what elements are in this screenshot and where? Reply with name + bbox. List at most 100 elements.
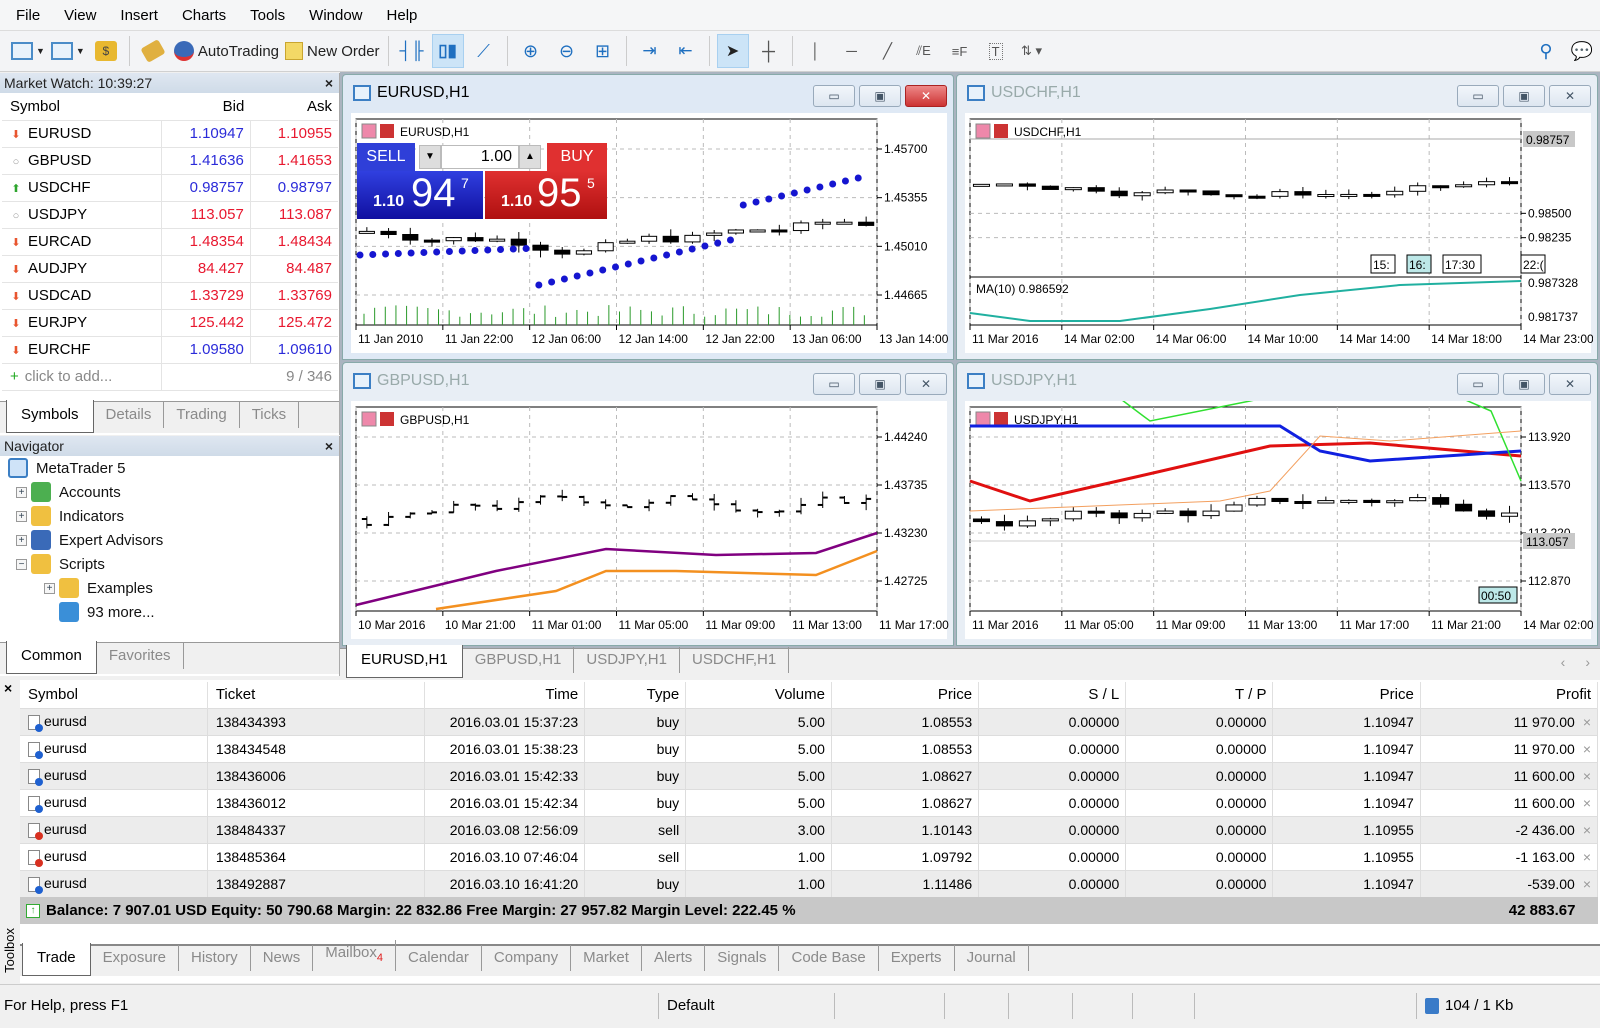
close-button[interactable]: ✕ bbox=[1549, 373, 1591, 395]
close-position-icon[interactable]: × bbox=[1583, 741, 1591, 757]
add-symbol-row[interactable]: + click to add... bbox=[2, 363, 163, 391]
zoom-in-button[interactable]: ⊕ bbox=[515, 34, 547, 68]
chat-button[interactable]: 💬 bbox=[1566, 34, 1598, 68]
col-ask[interactable]: Ask bbox=[250, 93, 338, 121]
nav-item-93-more-[interactable]: 93 more... bbox=[0, 600, 339, 624]
search-button[interactable]: ⚲ bbox=[1530, 34, 1562, 68]
minimize-button[interactable]: ▭ bbox=[813, 373, 855, 395]
menu-file[interactable]: File bbox=[4, 7, 52, 24]
chart-tab-usdchf[interactable]: USDCHF,H1 bbox=[680, 647, 790, 673]
menu-charts[interactable]: Charts bbox=[170, 7, 238, 24]
tab-common[interactable]: Common bbox=[6, 641, 97, 674]
toolbox-tab-alerts[interactable]: Alerts bbox=[642, 945, 706, 971]
chart-tab-gbpusd[interactable]: GBPUSD,H1 bbox=[463, 647, 575, 673]
position-row[interactable]: eurusd 138484337 2016.03.08 12:56:09 sell 3.… bbox=[20, 815, 1599, 843]
equidistant-channel-button[interactable]: ⫽E bbox=[908, 34, 940, 68]
toolbox-tab-code-base[interactable]: Code Base bbox=[779, 945, 879, 971]
nav-item-expert-advisors[interactable]: + Expert Advisors bbox=[0, 528, 339, 552]
minimize-button[interactable]: ▭ bbox=[1457, 85, 1499, 107]
scroll-right-icon[interactable]: › bbox=[1585, 654, 1590, 670]
tab-symbols[interactable]: Symbols bbox=[6, 400, 94, 433]
col-type[interactable]: Type bbox=[584, 682, 687, 708]
minimize-button[interactable]: ▭ bbox=[813, 85, 855, 107]
close-button[interactable]: ✕ bbox=[905, 85, 947, 107]
close-position-icon[interactable]: × bbox=[1583, 795, 1591, 811]
nav-item-scripts[interactable]: − Scripts bbox=[0, 552, 339, 576]
toolbox-tab-market[interactable]: Market bbox=[571, 945, 642, 971]
menu-tools[interactable]: Tools bbox=[238, 7, 297, 24]
toolbox-tab-journal[interactable]: Journal bbox=[955, 945, 1029, 971]
trend-line-button[interactable]: ╱ bbox=[872, 34, 904, 68]
chart-window-gbpusd[interactable]: GBPUSD,H1 ▭ ▣ ✕ 10 Mar 2016 10 Mar 21:00 11 Ma… bbox=[342, 362, 954, 646]
strategy-tester-button[interactable] bbox=[137, 34, 169, 68]
col-volume[interactable]: Volume bbox=[685, 682, 832, 708]
bid-price-display[interactable]: 1.10 94 7 bbox=[357, 171, 483, 219]
close-icon[interactable]: × bbox=[325, 436, 333, 456]
market-watch-row[interactable]: ○ USDJPY 113.057 113.087 bbox=[2, 201, 338, 229]
menu-window[interactable]: Window bbox=[297, 7, 374, 24]
close-icon[interactable]: × bbox=[0, 680, 20, 696]
chart-canvas[interactable]: 11 Jan 2010 11 Jan 22:00 12 Jan 06:00 12 Ja… bbox=[351, 113, 949, 353]
market-watch-row[interactable]: ⬇ EURUSD 1.10947 1.10955 bbox=[2, 120, 338, 148]
market-watch-row[interactable]: ⬇ EURCAD 1.48354 1.48434 bbox=[2, 228, 338, 256]
market-watch-row[interactable]: ⬇ AUDJPY 84.427 84.487 bbox=[2, 255, 338, 283]
tab-ticks[interactable]: Ticks bbox=[240, 402, 300, 428]
toolbox-tab-experts[interactable]: Experts bbox=[879, 945, 955, 971]
horizontal-line-button[interactable]: ─ bbox=[836, 34, 868, 68]
bar-chart-button[interactable]: ┤╟ bbox=[396, 34, 428, 68]
close-icon[interactable]: × bbox=[325, 73, 333, 93]
close-position-icon[interactable]: × bbox=[1583, 714, 1591, 730]
profiles-button[interactable]: ▼ bbox=[50, 34, 86, 68]
col-time[interactable]: Time bbox=[424, 682, 586, 708]
sell-button[interactable]: SELL bbox=[357, 143, 415, 171]
toolbox-tab-exposure[interactable]: Exposure bbox=[91, 945, 180, 971]
tab-details[interactable]: Details bbox=[94, 402, 165, 428]
minimize-button[interactable]: ▭ bbox=[1457, 373, 1499, 395]
zoom-out-button[interactable]: ⊖ bbox=[551, 34, 583, 68]
toolbox-tab-news[interactable]: News bbox=[251, 945, 314, 971]
maximize-button[interactable]: ▣ bbox=[1503, 85, 1545, 107]
cursor-button[interactable]: ➤ bbox=[716, 34, 749, 68]
maximize-button[interactable]: ▣ bbox=[859, 373, 901, 395]
nav-item-indicators[interactable]: + Indicators bbox=[0, 504, 339, 528]
crosshair-button[interactable]: ┼ bbox=[753, 34, 785, 68]
col-symbol[interactable]: Symbol bbox=[2, 93, 162, 121]
expand-icon[interactable]: + bbox=[16, 486, 27, 498]
col-price[interactable]: Price bbox=[831, 682, 980, 708]
position-row[interactable]: eurusd 138492887 2016.03.10 16:41:20 buy 1.0… bbox=[20, 869, 1599, 897]
close-position-icon[interactable]: × bbox=[1583, 876, 1591, 892]
position-row[interactable]: eurusd 138485364 2016.03.10 07:46:04 sell 1.… bbox=[20, 842, 1599, 870]
col-price[interactable]: Price bbox=[1272, 682, 1421, 708]
toolbox-tab-trade[interactable]: Trade bbox=[22, 943, 91, 976]
position-row[interactable]: eurusd 138434393 2016.03.01 15:37:23 buy 5.0… bbox=[20, 707, 1599, 735]
autoscroll-button[interactable]: ⇥ bbox=[634, 34, 666, 68]
chart-window-usdjpy[interactable]: USDJPY,H1 ▭ ▣ ✕ 11 Mar 2016 11 Mar 05:00 11 Ma… bbox=[956, 362, 1598, 646]
volume-increase-button[interactable]: ▲ bbox=[519, 145, 541, 169]
toolbox-tab-company[interactable]: Company bbox=[482, 945, 572, 971]
menu-help[interactable]: Help bbox=[375, 7, 430, 24]
nav-root[interactable]: MetaTrader 5 bbox=[0, 456, 339, 480]
chart-tab-eurusd[interactable]: EURUSD,H1 bbox=[346, 645, 463, 678]
close-button[interactable]: ✕ bbox=[1549, 85, 1591, 107]
line-chart-button[interactable]: ⟋ bbox=[468, 34, 500, 68]
volume-input[interactable]: 1.00 bbox=[441, 145, 519, 169]
toolbox-tab-calendar[interactable]: Calendar bbox=[396, 945, 482, 971]
nav-item-examples[interactable]: + Examples bbox=[0, 576, 339, 600]
close-position-icon[interactable]: × bbox=[1583, 849, 1591, 865]
close-position-icon[interactable]: × bbox=[1583, 768, 1591, 784]
buy-button[interactable]: BUY bbox=[547, 143, 607, 171]
vertical-line-button[interactable]: │ bbox=[800, 34, 832, 68]
new-chart-button[interactable]: ▼ bbox=[10, 34, 46, 68]
arrows-button[interactable]: ⇅ ▾ bbox=[1016, 34, 1048, 68]
market-watch-row[interactable]: ⬇ USDCAD 1.33729 1.33769 bbox=[2, 282, 338, 310]
maximize-button[interactable]: ▣ bbox=[1503, 373, 1545, 395]
tab-favorites[interactable]: Favorites bbox=[97, 643, 184, 669]
tab-trading[interactable]: Trading bbox=[164, 402, 240, 428]
ask-price-display[interactable]: 1.10 95 5 bbox=[485, 171, 607, 219]
toolbox-tab-history[interactable]: History bbox=[179, 945, 251, 971]
col-profit[interactable]: Profit bbox=[1420, 682, 1599, 708]
market-watch-row[interactable]: ⬇ EURJPY 125.442 125.472 bbox=[2, 309, 338, 337]
chart-canvas[interactable]: 10 Mar 2016 10 Mar 21:00 11 Mar 01:00 11 Ma… bbox=[351, 401, 949, 639]
nav-item-accounts[interactable]: + Accounts bbox=[0, 480, 339, 504]
autotrading-button[interactable]: AutoTrading bbox=[173, 34, 280, 68]
